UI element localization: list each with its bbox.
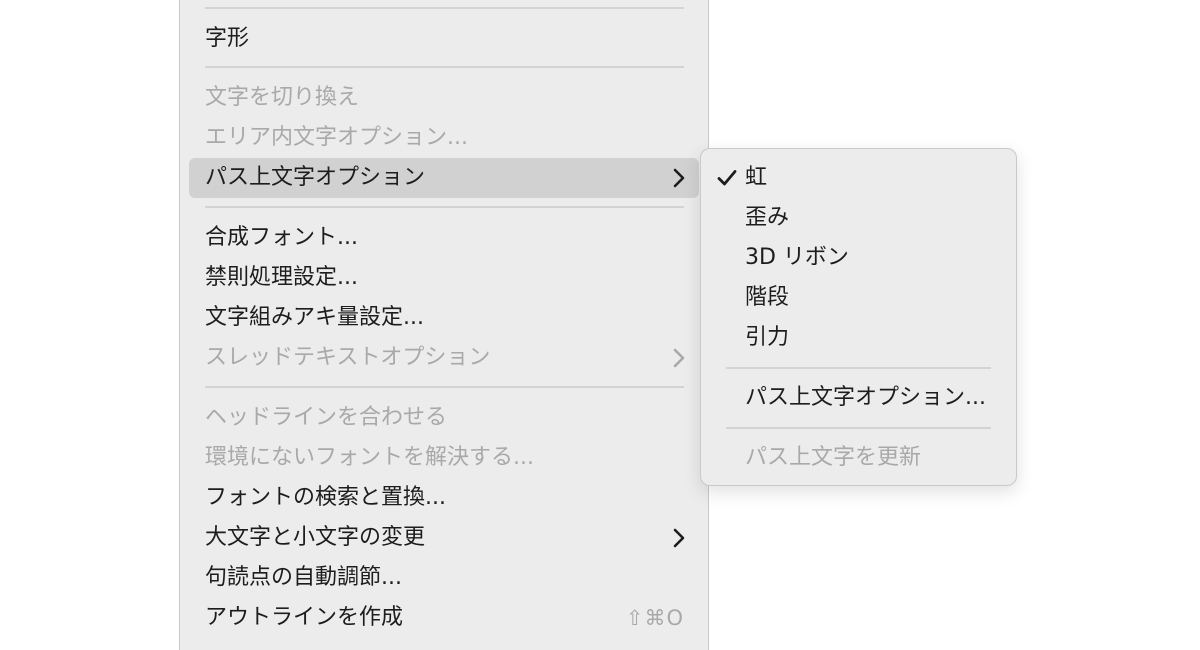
chevron-right-icon [672,158,686,198]
menu-item-threaded-text-options: スレッドテキストオプション [180,338,708,378]
menu-item-type-on-path[interactable]: パス上文字オプション [189,158,699,198]
menu-item-label: スレッドテキストオプション [205,345,491,370]
menu-item-fit-headline: ヘッドラインを合わせる [180,398,708,438]
menu-item-label: 文字組みアキ量設定... [205,305,424,330]
checkmark-icon [715,158,739,198]
menu-item-area-type-options: エリア内文字オプション... [180,118,708,158]
menu-separator [726,427,991,429]
menu-separator [205,386,684,388]
menu-item-find-replace-font[interactable]: フォントの検索と置換... [180,478,708,518]
menu-item-label: ヘッドラインを合わせる [205,405,448,430]
menu-item-label: 字形 [205,26,250,51]
menu-item-label: エリア内文字オプション... [205,125,468,150]
menu-item-label: フォントの検索と置換... [205,485,446,510]
submenu-item-3d-ribbon[interactable]: 3D リボン [701,238,1016,278]
menu-item-composite-fonts[interactable]: 合成フォント... [180,218,708,258]
menu-separator [205,7,684,9]
chevron-right-icon [672,518,686,558]
submenu-item-label: 虹 [745,165,768,190]
menu-item-glyphs[interactable]: 字形 [180,19,708,59]
menu-item-change-text-orientation: 文字を切り換え [180,78,708,118]
menu-item-label: アウトラインを作成 [205,605,404,630]
menu-item-label: 文字を切り換え [205,85,360,110]
menu-item-label: 合成フォント... [205,225,358,250]
menu-item-label: 禁則処理設定... [205,265,358,290]
chevron-right-icon [672,338,686,378]
menu-item-label: 句読点の自動調節... [205,565,402,590]
submenu-item-label: パス上文字オプション... [745,385,986,410]
menu-separator [726,367,991,369]
menu-item-kinsoku-settings[interactable]: 禁則処理設定... [180,258,708,298]
submenu-item-rainbow[interactable]: 虹 [701,158,1016,198]
menu-item-create-outlines[interactable]: アウトラインを作成 ⇧⌘O [180,598,708,638]
submenu-item-update-legacy-type-on-path: パス上文字を更新 [701,438,1016,478]
menu-item-label: 大文字と小文字の変更 [205,525,426,550]
menu-item-smart-punctuation[interactable]: 句読点の自動調節... [180,558,708,598]
menu-separator [205,66,684,68]
submenu-item-label: 3D リボン [745,245,849,270]
submenu-item-skew[interactable]: 歪み [701,198,1016,238]
submenu-item-type-on-path-options[interactable]: パス上文字オプション... [701,378,1016,418]
submenu-item-label: 階段 [745,285,790,310]
type-menu: 字形 文字を切り換え エリア内文字オプション... パス上文字オプション 合成フ… [179,0,709,650]
screen: 字形 文字を切り換え エリア内文字オプション... パス上文字オプション 合成フ… [0,0,1200,650]
type-on-path-submenu: 虹 歪み 3D リボン 階段 引力 パス上文字オプション... パス上文字を更新 [700,148,1017,486]
menu-separator [205,206,684,208]
menu-item-label: 環境にないフォントを解決する... [205,445,534,470]
menu-item-label: パス上文字オプション [205,165,426,190]
submenu-item-label: 歪み [745,205,790,230]
menu-item-mojikumi-settings[interactable]: 文字組みアキ量設定... [180,298,708,338]
submenu-item-gravity[interactable]: 引力 [701,318,1016,358]
menu-item-resolve-missing-fonts: 環境にないフォントを解決する... [180,438,708,478]
menu-item-change-case[interactable]: 大文字と小文字の変更 [180,518,708,558]
submenu-item-label: 引力 [745,325,790,350]
keyboard-shortcut: ⇧⌘O [625,606,684,630]
submenu-item-label: パス上文字を更新 [745,445,922,470]
submenu-item-stair-step[interactable]: 階段 [701,278,1016,318]
